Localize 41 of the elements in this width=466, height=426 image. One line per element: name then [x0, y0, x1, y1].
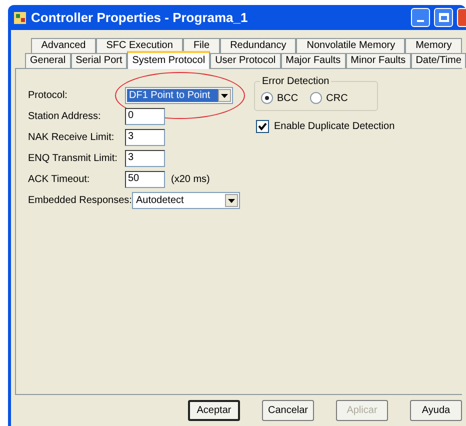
dropdown-value: Autodetect [134, 194, 185, 207]
input-field[interactable]: 0 [125, 108, 165, 125]
input-field[interactable]: 3 [125, 129, 165, 146]
field-label: ENQ Transmit Limit: [28, 152, 118, 166]
tab[interactable]: Serial Port [70, 53, 128, 68]
tab[interactable]: System Protocol [127, 51, 210, 69]
tab[interactable]: Major Faults [280, 53, 346, 68]
field-label: Station Address: [28, 110, 102, 124]
field-label: Protocol: [28, 89, 68, 103]
window-title: Controller Properties - Programa_1 [31, 8, 248, 27]
dropdown[interactable]: DF1 Point to Point [125, 87, 233, 104]
radio-button[interactable] [261, 92, 273, 104]
checkbox-label: Enable Duplicate Detection [274, 120, 395, 134]
field-label: NAK Receive Limit: [28, 131, 116, 145]
input-field[interactable]: 50 [125, 171, 165, 188]
tab[interactable]: Nonvolatile Memory [296, 38, 406, 53]
dropdown[interactable]: Autodetect [132, 192, 240, 209]
unit-label: (x20 ms) [171, 173, 210, 187]
radio-label: CRC [326, 92, 348, 106]
tab[interactable]: General [25, 53, 71, 68]
tab[interactable]: Minor Faults [346, 53, 411, 68]
tab[interactable]: SFC Execution [96, 38, 184, 53]
field-label: Embedded Responses: [28, 194, 132, 208]
dialog-button[interactable]: Ayuda [410, 400, 462, 421]
tab[interactable]: Date/Time [410, 53, 466, 68]
tab[interactable]: User Protocol [210, 53, 281, 68]
dialog-button[interactable]: Cancelar [262, 400, 314, 421]
radio-label: BCC [277, 92, 298, 106]
tab[interactable]: Memory [405, 38, 462, 53]
dialog-button[interactable]: Aceptar [188, 400, 240, 421]
field-label: ACK Timeout: [28, 173, 91, 187]
app-icon [13, 10, 27, 24]
tab[interactable]: Redundancy [220, 38, 296, 53]
input-field[interactable]: 3 [125, 150, 165, 167]
checkbox[interactable] [256, 120, 269, 133]
tab[interactable]: Advanced [31, 38, 96, 53]
minimize-button[interactable] [411, 8, 430, 27]
tab[interactable]: File [183, 38, 220, 53]
radio-button[interactable] [310, 92, 322, 104]
dropdown-value: DF1 Point to Point [127, 89, 218, 102]
maximize-button[interactable] [434, 8, 453, 27]
